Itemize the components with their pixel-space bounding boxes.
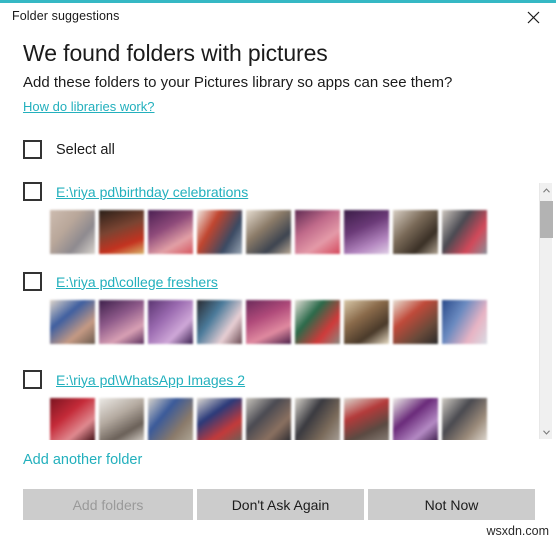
- thumbnail-8: [393, 300, 438, 344]
- thumbnail-1: [50, 210, 95, 254]
- folder-suggestions-dialog: Folder suggestions We found folders with…: [0, 0, 556, 540]
- thumbnail-2: [99, 398, 144, 440]
- select-all-row[interactable]: Select all: [23, 140, 115, 159]
- not-now-button[interactable]: Not Now: [368, 489, 535, 520]
- thumbnail-4: [197, 210, 242, 254]
- add-folders-button[interactable]: Add folders: [23, 489, 193, 520]
- select-all-checkbox[interactable]: [23, 140, 42, 159]
- dialog-footer: Add folders Don't Ask Again Not Now: [23, 489, 535, 520]
- thumbnail-9: [442, 398, 487, 440]
- thumbnail-strip: [50, 398, 487, 440]
- watermark: wsxdn.com: [486, 524, 549, 538]
- title-bar: Folder suggestions: [0, 3, 556, 32]
- folder-list: E:\riya pd\birthday celebrations E:\riya…: [0, 182, 556, 440]
- select-all-label: Select all: [56, 141, 115, 158]
- folder-header[interactable]: E:\riya pd\college freshers: [23, 272, 218, 291]
- folder-checkbox[interactable]: [23, 182, 42, 201]
- thumbnail-9: [442, 300, 487, 344]
- thumbnail-5: [246, 398, 291, 440]
- window-title: Folder suggestions: [12, 9, 120, 23]
- folder-checkbox[interactable]: [23, 272, 42, 291]
- close-icon: [527, 11, 540, 24]
- folder-checkbox[interactable]: [23, 370, 42, 389]
- folder-path-link[interactable]: E:\riya pd\college freshers: [56, 274, 218, 290]
- how-do-libraries-work-link[interactable]: How do libraries work?: [23, 99, 155, 114]
- thumbnail-7: [344, 300, 389, 344]
- thumbnail-3: [148, 398, 193, 440]
- folder-header[interactable]: E:\riya pd\WhatsApp Images 2: [23, 370, 245, 389]
- folder-header[interactable]: E:\riya pd\birthday celebrations: [23, 182, 248, 201]
- thumbnail-9: [442, 210, 487, 254]
- scroll-down-arrow-icon[interactable]: [540, 425, 553, 439]
- add-another-folder-link[interactable]: Add another folder: [23, 452, 142, 468]
- thumbnail-1: [50, 398, 95, 440]
- thumbnail-1: [50, 300, 95, 344]
- close-button[interactable]: [511, 3, 556, 32]
- scrollbar-thumb[interactable]: [540, 201, 553, 238]
- thumbnail-3: [148, 300, 193, 344]
- thumbnail-2: [99, 300, 144, 344]
- dont-ask-again-button[interactable]: Don't Ask Again: [197, 489, 364, 520]
- thumbnail-strip: [50, 210, 487, 254]
- thumbnail-8: [393, 398, 438, 440]
- folder-list-scrollbar[interactable]: [539, 183, 553, 439]
- thumbnail-strip: [50, 300, 487, 344]
- thumbnail-4: [197, 398, 242, 440]
- folder-path-link[interactable]: E:\riya pd\birthday celebrations: [56, 184, 248, 200]
- page-title: We found folders with pictures: [23, 40, 328, 66]
- thumbnail-6: [295, 300, 340, 344]
- thumbnail-7: [344, 210, 389, 254]
- thumbnail-4: [197, 300, 242, 344]
- scroll-up-arrow-icon[interactable]: [540, 183, 553, 197]
- thumbnail-5: [246, 300, 291, 344]
- thumbnail-8: [393, 210, 438, 254]
- page-subtitle: Add these folders to your Pictures libra…: [23, 74, 453, 91]
- thumbnail-6: [295, 210, 340, 254]
- thumbnail-2: [99, 210, 144, 254]
- thumbnail-7: [344, 398, 389, 440]
- thumbnail-6: [295, 398, 340, 440]
- folder-path-link[interactable]: E:\riya pd\WhatsApp Images 2: [56, 372, 245, 388]
- thumbnail-5: [246, 210, 291, 254]
- thumbnail-3: [148, 210, 193, 254]
